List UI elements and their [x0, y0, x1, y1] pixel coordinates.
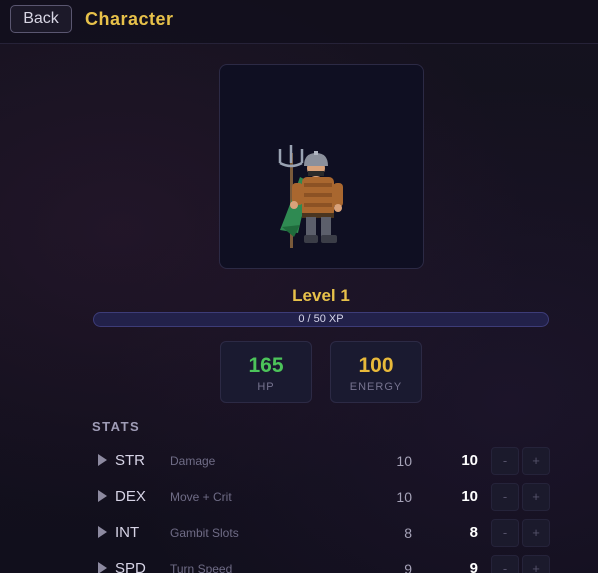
stat-current: 9 — [469, 560, 478, 573]
increment-button[interactable]: + — [522, 519, 550, 547]
stat-row-int: INT Gambit Slots 8 8 - + — [0, 519, 598, 549]
stat-abbr: SPD — [115, 560, 146, 573]
increment-button[interactable]: + — [522, 447, 550, 475]
expand-arrow-icon[interactable] — [98, 526, 107, 538]
stat-base: 9 — [404, 561, 412, 573]
increment-button[interactable]: + — [522, 555, 550, 573]
stat-current: 10 — [461, 452, 478, 469]
xp-progress-bar: 0 / 50 XP — [93, 312, 549, 327]
hp-label: HP — [257, 381, 275, 393]
energy-value: 100 — [358, 354, 394, 377]
hp-value: 165 — [248, 354, 284, 377]
stat-abbr: INT — [115, 524, 140, 541]
decrement-button[interactable]: - — [491, 483, 519, 511]
character-screen: Back Character Level 1 0 / 50 XP 165 HP … — [0, 0, 598, 573]
stat-desc: Turn Speed — [170, 562, 233, 573]
stat-desc: Gambit Slots — [170, 526, 239, 540]
stat-desc: Damage — [170, 454, 216, 468]
xp-text: 0 / 50 XP — [298, 313, 344, 325]
decrement-button[interactable]: - — [491, 555, 519, 573]
energy-label: ENERGY — [349, 381, 403, 393]
warrior-sprite-icon — [278, 145, 343, 248]
stat-current: 10 — [461, 488, 478, 505]
hp-card: 165 HP — [220, 341, 312, 403]
back-button[interactable]: Back — [10, 5, 72, 33]
stat-row-str: STR Damage 10 10 - + — [0, 447, 598, 477]
energy-card: 100 ENERGY — [330, 341, 422, 403]
expand-arrow-icon[interactable] — [98, 454, 107, 466]
stat-base: 10 — [396, 453, 412, 469]
decrement-button[interactable]: - — [491, 519, 519, 547]
decrement-button[interactable]: - — [491, 447, 519, 475]
stats-section-title: STATS — [92, 419, 141, 434]
stat-abbr: STR — [115, 452, 145, 469]
expand-arrow-icon[interactable] — [98, 562, 107, 573]
stat-base: 8 — [404, 525, 412, 541]
stat-abbr: DEX — [115, 488, 146, 505]
page-title: Character — [85, 9, 174, 29]
increment-button[interactable]: + — [522, 483, 550, 511]
expand-arrow-icon[interactable] — [98, 490, 107, 502]
stat-row-dex: DEX Move + Crit 10 10 - + — [0, 483, 598, 513]
stat-row-spd: SPD Turn Speed 9 9 - + — [0, 555, 598, 573]
stat-current: 8 — [469, 524, 478, 541]
level-label: Level 1 — [292, 286, 350, 305]
stat-desc: Move + Crit — [170, 490, 232, 504]
header-bar: Back Character — [0, 0, 598, 44]
stat-base: 10 — [396, 489, 412, 505]
character-portrait — [219, 64, 424, 269]
